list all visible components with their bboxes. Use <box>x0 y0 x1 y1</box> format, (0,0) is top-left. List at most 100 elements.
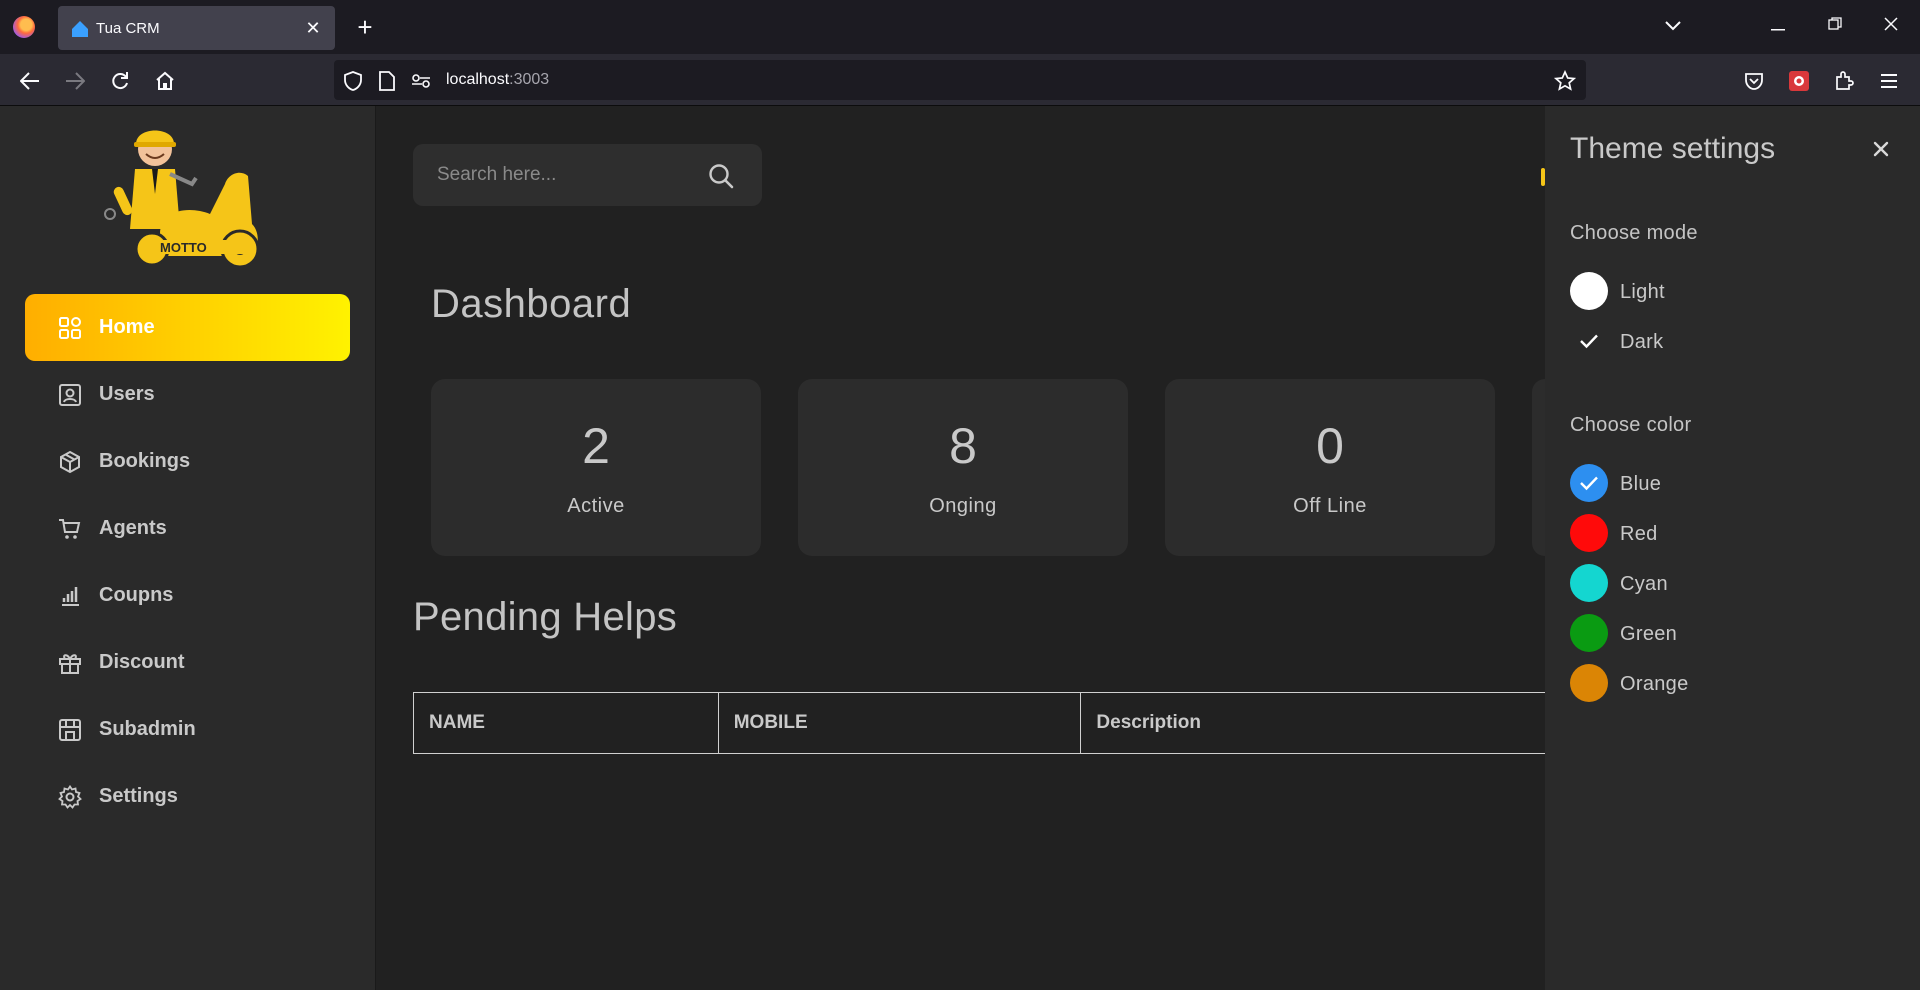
theme-settings-panel: Theme settings Choose mode Light Dark Ch… <box>1545 106 1920 990</box>
theme-panel-title: Theme settings <box>1570 132 1776 165</box>
sidebar-item-label: Bookings <box>99 450 191 472</box>
color-label: Green <box>1620 623 1678 645</box>
sidebar-item-users[interactable]: Users <box>25 361 350 428</box>
reload-icon[interactable] <box>105 66 135 96</box>
page-title: Dashboard <box>431 282 632 326</box>
cart-icon <box>57 516 83 542</box>
choose-mode-label: Choose mode <box>1570 222 1698 244</box>
orange-swatch[interactable] <box>1570 664 1608 702</box>
tab-title: Tua CRM <box>96 20 160 37</box>
column-header-name[interactable]: NAME <box>414 693 719 753</box>
green-swatch[interactable] <box>1570 614 1608 652</box>
sidebar: MOTTO Home Users Bookings Agents Coupns … <box>0 106 376 990</box>
menu-hamburger-icon[interactable] <box>1874 66 1904 96</box>
sidebar-item-label: Users <box>99 383 155 405</box>
bookmark-star-icon[interactable] <box>1554 70 1576 92</box>
stat-label: Off Line <box>1293 495 1367 517</box>
restore-icon[interactable] <box>1820 12 1850 42</box>
color-label: Blue <box>1620 473 1662 495</box>
sidebar-item-label: Agents <box>99 517 167 539</box>
check-icon[interactable] <box>1570 322 1608 360</box>
sidebar-item-subadmin[interactable]: Subadmin <box>25 696 350 763</box>
sidebar-item-label: Settings <box>99 785 178 807</box>
light-mode-swatch[interactable] <box>1570 272 1608 310</box>
color-option-red[interactable]: Red <box>1570 514 1890 554</box>
browser-tab[interactable]: Tua CRM ✕ <box>58 6 335 50</box>
red-swatch[interactable] <box>1570 514 1608 552</box>
main-content: Dashboard 2 Active 8 Onging 0 Off Line P… <box>377 106 1545 990</box>
home-favicon-icon <box>72 21 88 37</box>
new-tab-icon[interactable]: + <box>350 12 380 42</box>
color-label: Red <box>1620 523 1658 545</box>
blue-swatch[interactable] <box>1570 464 1608 502</box>
motto-logo[interactable]: MOTTO <box>100 114 270 274</box>
choose-color-label: Choose color <box>1570 414 1692 436</box>
check-icon <box>1580 476 1598 491</box>
extension-red-icon[interactable] <box>1784 66 1814 96</box>
back-icon[interactable] <box>15 66 45 96</box>
stat-value: 0 <box>1316 418 1344 474</box>
svg-text:MOTTO: MOTTO <box>160 240 207 255</box>
tab-close-icon[interactable]: ✕ <box>301 16 325 40</box>
sidebar-item-label: Home <box>99 316 155 338</box>
box-icon <box>57 449 83 475</box>
page-icon[interactable] <box>376 70 398 92</box>
search-input[interactable] <box>437 162 697 188</box>
sidebar-item-coupns[interactable]: Coupns <box>25 562 350 629</box>
sidebar-item-label: Coupns <box>99 584 174 606</box>
mode-label: Light <box>1620 281 1665 303</box>
column-header-description[interactable]: Description <box>1081 693 1545 753</box>
stat-label: Onging <box>929 495 997 517</box>
url-port: :3003 <box>509 71 550 88</box>
home-icon[interactable] <box>150 66 180 96</box>
minimize-icon[interactable] <box>1763 12 1793 42</box>
color-label: Cyan <box>1620 573 1668 595</box>
sidebar-item-agents[interactable]: Agents <box>25 495 350 562</box>
permissions-icon[interactable] <box>410 70 432 92</box>
column-header-mobile[interactable]: MOBILE <box>719 693 1082 753</box>
color-option-orange[interactable]: Orange <box>1570 664 1890 704</box>
sidebar-item-bookings[interactable]: Bookings <box>25 428 350 495</box>
mode-label: Dark <box>1620 331 1664 353</box>
extensions-icon[interactable] <box>1829 66 1859 96</box>
sidebar-item-home[interactable]: Home <box>25 294 350 361</box>
search-icon[interactable] <box>707 162 735 190</box>
browser-tabstrip: Tua CRM ✕ + <box>0 0 1920 54</box>
mode-option-light[interactable]: Light <box>1570 272 1890 312</box>
cyan-swatch[interactable] <box>1570 564 1608 602</box>
close-window-icon[interactable] <box>1876 12 1906 42</box>
gift-icon <box>57 650 83 676</box>
color-label: Orange <box>1620 673 1689 695</box>
stat-card-partial <box>1532 379 1545 556</box>
stat-card-ongoing: 8 Onging <box>798 379 1128 556</box>
stat-card-offline: 0 Off Line <box>1165 379 1495 556</box>
forward-icon[interactable] <box>60 66 90 96</box>
grid-icon <box>57 315 83 341</box>
bar-chart-icon <box>57 583 83 609</box>
sidebar-item-discount[interactable]: Discount <box>25 629 350 696</box>
browser-navbar: localhost:3003 <box>0 54 1920 106</box>
sidebar-item-settings[interactable]: Settings <box>25 763 350 830</box>
close-icon[interactable] <box>1867 134 1895 162</box>
color-option-cyan[interactable]: Cyan <box>1570 564 1890 604</box>
url-bar[interactable]: localhost:3003 <box>334 60 1586 100</box>
user-card-icon <box>57 382 83 408</box>
store-icon <box>57 717 83 743</box>
sidebar-item-label: Subadmin <box>99 718 196 740</box>
mode-option-dark[interactable]: Dark <box>1570 322 1890 362</box>
section-title: Pending Helps <box>413 595 678 639</box>
url-text[interactable]: localhost:3003 <box>446 71 549 89</box>
color-option-green[interactable]: Green <box>1570 614 1890 654</box>
color-option-blue[interactable]: Blue <box>1570 464 1890 504</box>
stat-value: 8 <box>949 418 977 474</box>
gear-icon <box>57 784 83 810</box>
stat-card-active: 2 Active <box>431 379 761 556</box>
firefox-logo-icon[interactable] <box>13 16 35 38</box>
stat-label: Active <box>567 495 625 517</box>
pocket-icon[interactable] <box>1739 66 1769 96</box>
shield-icon[interactable] <box>342 70 364 92</box>
pending-helps-table: NAME MOBILE Description <box>413 692 1545 754</box>
sidebar-item-label: Discount <box>99 651 185 673</box>
list-tabs-icon[interactable] <box>1658 12 1688 42</box>
stat-value: 2 <box>582 418 610 474</box>
